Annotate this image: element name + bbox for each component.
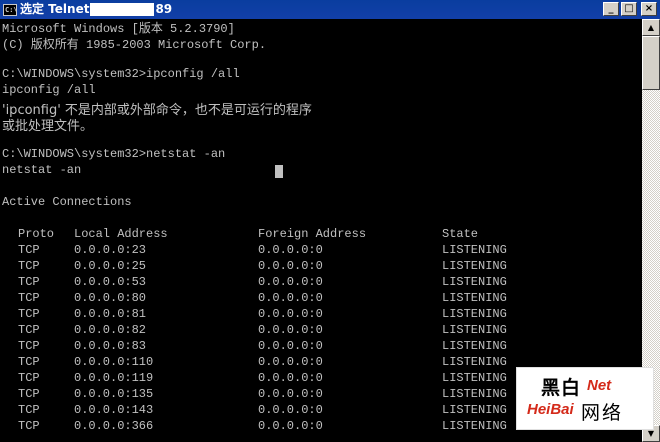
connection-row: TCP 0.0.0.0:80 0.0.0.0:0 LISTENING	[2, 291, 642, 307]
console-line: (C) 版权所有 1985-2003 Microsoft Corp.	[2, 38, 267, 52]
cell-local-address: 0.0.0.0:119	[74, 371, 154, 385]
console-line: Microsoft Windows [版本 5.2.3790]	[2, 22, 235, 36]
cell-foreign-address: 0.0.0.0:0	[258, 371, 323, 385]
watermark-cn-bottom: 网络	[581, 402, 624, 424]
scrollbar-thumb[interactable]	[642, 36, 660, 90]
close-button[interactable]: ×	[641, 2, 657, 16]
cell-local-address: 0.0.0.0:25	[74, 259, 147, 273]
heibai-watermark-logo: 黑白 Net HeiBai 网络	[516, 367, 654, 430]
cell-state: LISTENING	[442, 339, 507, 353]
connection-row: TCP 0.0.0.0:25 0.0.0.0:0 LISTENING	[2, 259, 642, 275]
connection-row: TCP 0.0.0.0:23 0.0.0.0:0 LISTENING	[2, 243, 642, 259]
redacted-host-block	[90, 3, 155, 16]
console-app-icon[interactable]: C:\	[3, 3, 17, 16]
console-line-text: netstat -an	[2, 163, 82, 177]
cell-foreign-address: 0.0.0.0:0	[258, 419, 323, 433]
cell-local-address: 0.0.0.0:53	[74, 275, 147, 289]
connection-row: TCP 0.0.0.0:81 0.0.0.0:0 LISTENING	[2, 307, 642, 323]
cell-state: LISTENING	[442, 275, 507, 289]
cell-foreign-address: 0.0.0.0:0	[258, 307, 323, 321]
cell-local-address: 0.0.0.0:83	[74, 339, 147, 353]
cell-foreign-address: 0.0.0.0:0	[258, 403, 323, 417]
cell-local-address: 0.0.0.0:80	[74, 291, 147, 305]
console-line: C:\WINDOWS\system32>netstat -an	[2, 147, 226, 161]
window-controls: _ □ ×	[603, 2, 657, 16]
console-line: ipconfig /all	[2, 83, 96, 97]
cell-proto: TCP	[18, 339, 40, 353]
window-title-prefix: 选定 Telnet	[20, 2, 90, 16]
cell-state: LISTENING	[442, 291, 507, 305]
cell-foreign-address: 0.0.0.0:0	[258, 275, 323, 289]
cell-proto: TCP	[18, 275, 40, 289]
window-title-suffix: 89	[155, 2, 173, 16]
window-title: 选定 Telnet 89	[20, 0, 172, 19]
scroll-up-button[interactable]: ▲	[642, 19, 660, 36]
header-foreign-address: Foreign Address	[258, 227, 367, 241]
connections-header: Proto Local Address Foreign Address Stat…	[2, 227, 642, 243]
text-cursor	[275, 165, 283, 178]
console-line: C:\WINDOWS\system32>ipconfig /all	[2, 67, 240, 81]
header-local-address: Local Address	[74, 227, 168, 241]
minimize-button[interactable]: _	[603, 2, 619, 16]
cell-local-address: 0.0.0.0:81	[74, 307, 147, 321]
watermark-heibai: HeiBai	[527, 401, 574, 418]
cell-proto: TCP	[18, 419, 40, 433]
cell-proto: TCP	[18, 371, 40, 385]
cell-proto: TCP	[18, 403, 40, 417]
cell-local-address: 0.0.0.0:143	[74, 403, 154, 417]
cell-proto: TCP	[18, 323, 40, 337]
watermark-net: Net	[587, 377, 612, 394]
cell-foreign-address: 0.0.0.0:0	[258, 259, 323, 273]
cell-state: LISTENING	[442, 323, 507, 337]
cell-foreign-address: 0.0.0.0:0	[258, 291, 323, 305]
console-line: Active Connections	[2, 195, 132, 209]
cell-proto: TCP	[18, 355, 40, 369]
telnet-window: C:\ 选定 Telnet 89 _ □ × Microsoft Windows …	[0, 0, 660, 442]
title-bar[interactable]: C:\ 选定 Telnet 89 _ □ ×	[0, 0, 660, 19]
cell-proto: TCP	[18, 243, 40, 257]
maximize-button[interactable]: □	[621, 2, 637, 16]
cell-proto: TCP	[18, 259, 40, 273]
watermark-cn-top: 黑白	[541, 377, 582, 399]
header-proto: Proto	[18, 227, 55, 241]
cell-state: LISTENING	[442, 243, 507, 257]
cell-local-address: 0.0.0.0:135	[74, 387, 154, 401]
cell-state: LISTENING	[442, 259, 507, 273]
cell-foreign-address: 0.0.0.0:0	[258, 339, 323, 353]
cell-foreign-address: 0.0.0.0:0	[258, 387, 323, 401]
connection-row: TCP 0.0.0.0:53 0.0.0.0:0 LISTENING	[2, 275, 642, 291]
cell-foreign-address: 0.0.0.0:0	[258, 323, 323, 337]
console-line: 或批处理文件。	[2, 119, 94, 134]
console-line-with-cursor: netstat -an	[2, 163, 642, 179]
connection-row: TCP 0.0.0.0:83 0.0.0.0:0 LISTENING	[2, 339, 642, 355]
cell-local-address: 0.0.0.0:110	[74, 355, 154, 369]
cell-foreign-address: 0.0.0.0:0	[258, 355, 323, 369]
header-state: State	[442, 227, 479, 241]
cell-state: LISTENING	[442, 307, 507, 321]
cell-proto: TCP	[18, 307, 40, 321]
console-line: 'ipconfig' 不是内部或外部命令，也不是可运行的程序	[2, 103, 312, 118]
cell-foreign-address: 0.0.0.0:0	[258, 243, 323, 257]
cell-proto: TCP	[18, 387, 40, 401]
cell-local-address: 0.0.0.0:23	[74, 243, 147, 257]
cell-local-address: 0.0.0.0:366	[74, 419, 154, 433]
cell-local-address: 0.0.0.0:82	[74, 323, 147, 337]
connection-row: TCP 0.0.0.0:82 0.0.0.0:0 LISTENING	[2, 323, 642, 339]
cell-proto: TCP	[18, 291, 40, 305]
